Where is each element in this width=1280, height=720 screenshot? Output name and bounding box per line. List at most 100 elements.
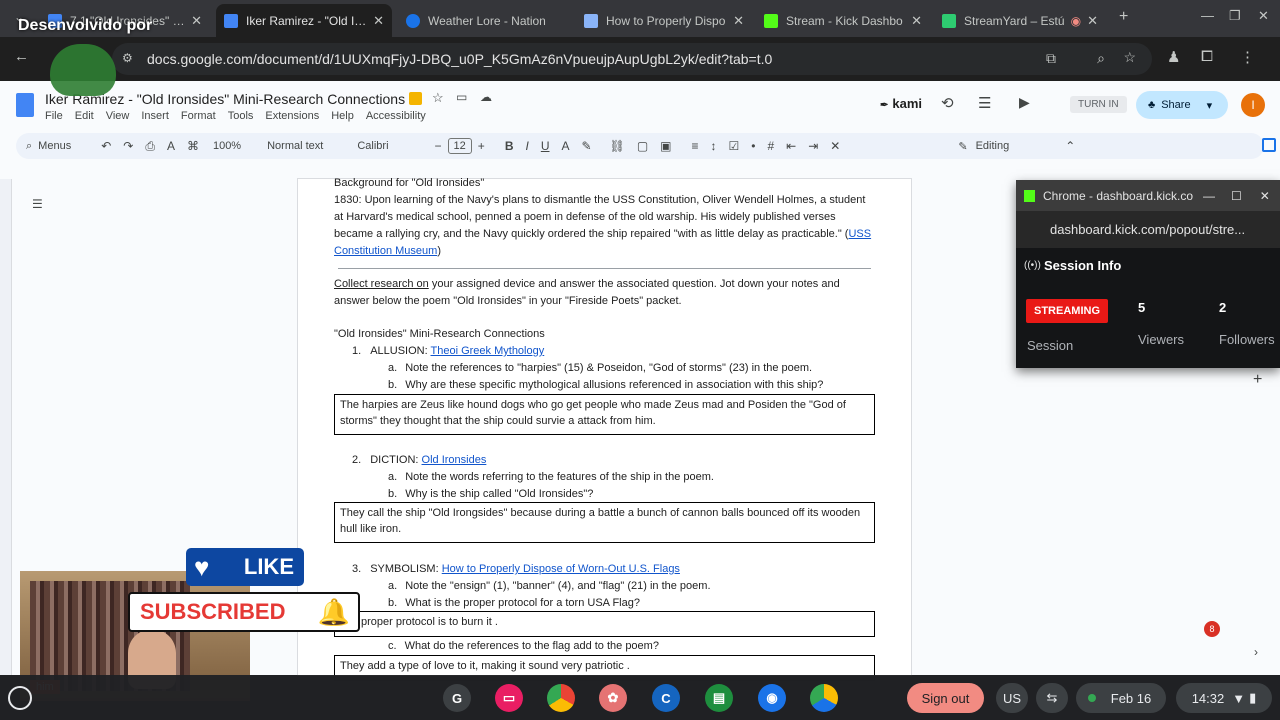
new-tab-icon[interactable]: + [1119, 8, 1128, 26]
star-icon[interactable]: ☆ [432, 90, 444, 106]
style-select[interactable]: Normal text [267, 140, 323, 152]
link-icon[interactable]: ⛓ [610, 139, 625, 153]
keyboard-language[interactable]: US [996, 683, 1028, 713]
avatar[interactable]: I [1241, 93, 1265, 117]
paint-format-icon[interactable]: ⌘ [187, 139, 199, 153]
align-icon[interactable]: ≡ [692, 139, 699, 153]
site-info-icon[interactable]: ⚙ [122, 51, 133, 65]
extensions-icon[interactable]: ⧠ [1201, 48, 1213, 65]
history-icon[interactable]: ⟲ [941, 94, 954, 112]
zoom-select[interactable]: 100% [213, 140, 241, 152]
docs-logo-icon[interactable] [16, 93, 34, 117]
close-icon[interactable]: ✕ [373, 13, 384, 29]
comments-icon[interactable]: ☰ [978, 94, 991, 112]
document-page[interactable]: Background for "Old Ironsides" 1830: Upo… [298, 177, 911, 681]
bullets-icon[interactable]: • [751, 139, 755, 153]
bold-icon[interactable]: B [505, 139, 514, 153]
old-ironsides-link[interactable]: Old Ironsides [422, 454, 487, 466]
tab-3[interactable]: Weather Lore - Nation [398, 4, 570, 37]
print-icon[interactable]: ⎙ [145, 139, 155, 154]
outline-icon[interactable]: ☰ [32, 197, 43, 211]
bookmark-star-icon[interactable]: ☆ [1123, 49, 1136, 66]
notification-badge[interactable]: 8 [1204, 621, 1220, 637]
calendar-icon[interactable] [1262, 138, 1276, 152]
collapse-icon[interactable]: ⌃ [1065, 139, 1075, 153]
flag-disposal-link[interactable]: How to Properly Dispose of Worn-Out U.S.… [442, 563, 680, 575]
back-icon[interactable]: ← [14, 48, 29, 65]
chrome-icon[interactable] [547, 684, 575, 712]
underline-icon[interactable]: U [541, 139, 550, 153]
zoom-icon[interactable]: ⌕ [1097, 50, 1105, 67]
tab-2[interactable]: Iker Ramirez - "Old Iron ✕ [216, 4, 392, 37]
font-size-input[interactable]: 12 [447, 138, 472, 154]
google-search-icon[interactable]: G [443, 684, 471, 712]
menu-file[interactable]: File [45, 110, 63, 122]
menu-help[interactable]: Help [331, 110, 354, 122]
spellcheck-icon[interactable]: A [167, 139, 175, 153]
clear-format-icon[interactable]: ✕ [830, 139, 840, 153]
editing-mode-select[interactable]: Editing [976, 140, 1010, 152]
popup-maximize-icon[interactable]: ☐ [1231, 189, 1242, 203]
undo-icon[interactable]: ↶ [101, 139, 111, 153]
address-bar[interactable]: ⚙ docs.google.com/document/d/1UUXmqFjyJ-… [112, 43, 1152, 75]
drive-icon[interactable] [810, 684, 838, 712]
close-window-icon[interactable]: ✕ [1258, 8, 1269, 24]
answer-box-2[interactable]: They call the ship "Old Irongsides" beca… [334, 502, 875, 543]
add-icon[interactable]: + [1253, 371, 1262, 389]
menu-extensions[interactable]: Extensions [265, 110, 319, 122]
decrease-size-icon[interactable]: − [435, 139, 442, 153]
indent-decrease-icon[interactable]: ⇤ [786, 139, 796, 153]
font-select[interactable]: Calibri [357, 140, 388, 152]
install-icon[interactable]: ⧉ [1046, 50, 1056, 67]
menu-edit[interactable]: Edit [75, 110, 94, 122]
numbered-list-icon[interactable]: # [767, 139, 774, 153]
text-color-icon[interactable]: A [562, 139, 570, 153]
share-button[interactable]: ♣ Share ▾ [1136, 91, 1228, 119]
share-dropdown-icon[interactable]: ▾ [1207, 99, 1213, 112]
camera-icon[interactable]: ◉ [758, 684, 786, 712]
highlight-icon[interactable]: ✎ [582, 139, 592, 153]
launcher-icon[interactable] [8, 686, 32, 710]
media-app-icon[interactable]: ▭ [495, 684, 523, 712]
menu-insert[interactable]: Insert [141, 110, 169, 122]
minimize-icon[interactable]: — [1201, 8, 1214, 23]
move-icon[interactable]: ▭ [456, 90, 467, 104]
date-tray[interactable]: Feb 16 [1076, 683, 1166, 713]
maximize-icon[interactable]: ❐ [1229, 8, 1241, 24]
close-icon[interactable]: ✕ [911, 13, 922, 29]
sign-out-button[interactable]: Sign out [907, 683, 984, 713]
clock-tray[interactable]: 14:32 ▼ ▮ [1176, 683, 1272, 713]
close-icon[interactable]: ✕ [191, 13, 202, 29]
tote-icon[interactable]: ⇆ [1036, 683, 1068, 713]
clever-icon[interactable]: C [652, 684, 680, 712]
meet-icon[interactable]: ▶ [1019, 94, 1030, 111]
increase-size-icon[interactable]: + [478, 139, 485, 153]
forms-icon[interactable]: ▤ [705, 684, 733, 712]
indent-increase-icon[interactable]: ⇥ [808, 139, 818, 153]
menu-accessibility[interactable]: Accessibility [366, 110, 426, 122]
checklist-icon[interactable]: ☑ [729, 139, 740, 153]
menu-icon[interactable]: ⋮ [1240, 48, 1255, 66]
redo-icon[interactable]: ↷ [123, 139, 133, 153]
line-spacing-icon[interactable]: ↕ [711, 139, 717, 153]
popup-close-icon[interactable]: ✕ [1260, 189, 1270, 203]
tab-4[interactable]: How to Properly Dispo ✕ [576, 4, 752, 37]
close-icon[interactable]: ✕ [733, 13, 744, 29]
menu-tools[interactable]: Tools [228, 110, 254, 122]
side-panel-expand-icon[interactable]: › [1254, 645, 1258, 659]
tab-5[interactable]: Stream - Kick Dashbo ✕ [756, 4, 930, 37]
italic-icon[interactable]: I [525, 139, 528, 153]
paint-icon[interactable]: ✿ [599, 684, 627, 712]
search-menus[interactable]: Menus [38, 140, 71, 152]
tab-6[interactable]: StreamYard – Estú ◉ ✕ [934, 4, 1106, 37]
answer-box-1[interactable]: The harpies are Zeus like hound dogs who… [334, 394, 875, 435]
turn-in-button[interactable]: TURN IN [1070, 96, 1127, 113]
menu-format[interactable]: Format [181, 110, 216, 122]
popup-minimize-icon[interactable]: — [1203, 189, 1215, 203]
popup-url-bar[interactable]: dashboard.kick.com/popout/stre... [1016, 211, 1280, 248]
answer-box-3[interactable]: proper protocol is to burn it . [334, 611, 875, 637]
theoi-link[interactable]: Theoi Greek Mythology [431, 345, 545, 357]
kami-button[interactable]: ✒ kami [880, 96, 922, 111]
profile-icon[interactable]: ♟ [1167, 48, 1180, 66]
image-icon[interactable]: ▣ [660, 139, 671, 153]
